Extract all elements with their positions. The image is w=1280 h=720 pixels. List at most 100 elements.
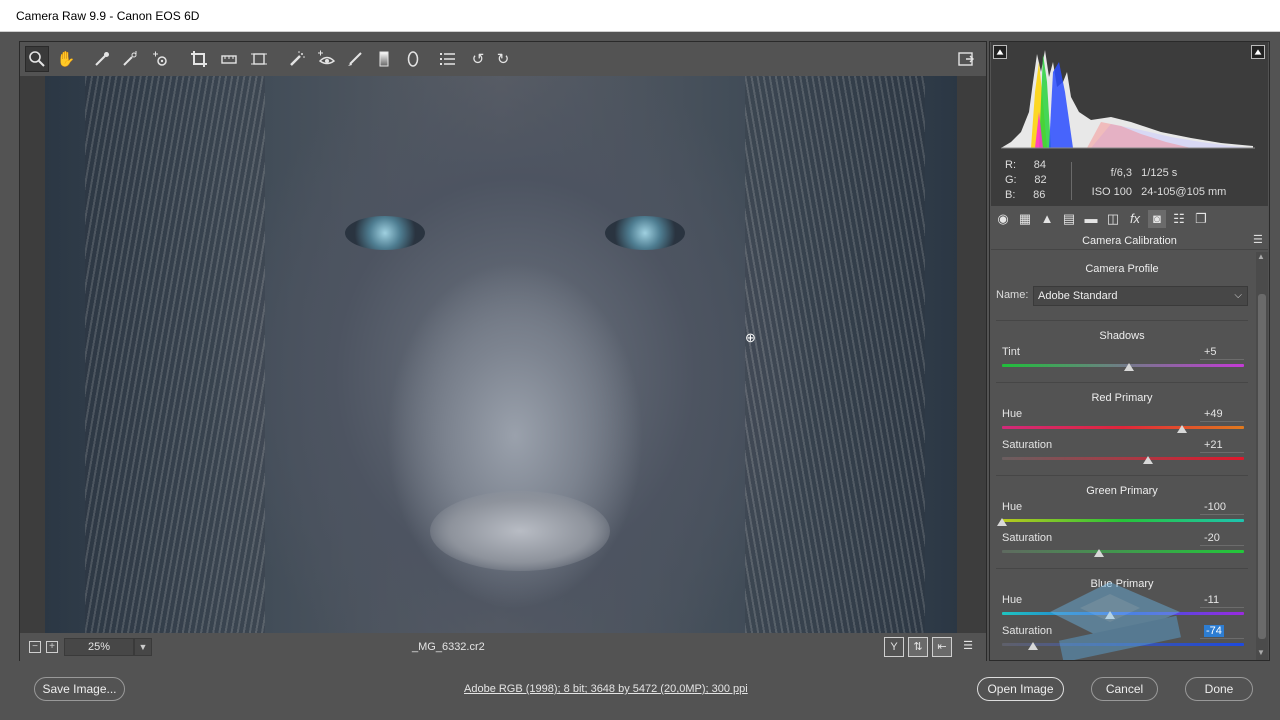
left-eye-region [345,216,425,250]
transform-tool-icon[interactable] [247,46,271,72]
title-bar: Camera Raw 9.9 - Canon EOS 6D [0,0,1280,32]
targeted-adjustment-tool-icon[interactable] [148,46,172,72]
blue-primary-heading: Blue Primary [1090,578,1154,590]
swap-before-after-icon[interactable]: ⇅ [908,637,928,657]
divider [996,475,1248,476]
blue-hue-slider-track[interactable] [1002,612,1244,615]
red-eye-tool-icon[interactable] [314,46,338,72]
toolbar: ✋ ↺ ↻ [20,42,986,76]
tab-detail-icon[interactable]: ▲ [1038,210,1056,228]
tab-camera-calibration-icon[interactable]: ◙ [1148,210,1166,228]
shadows-heading: Shadows [1099,330,1145,342]
green-saturation-value[interactable]: -20 [1200,532,1244,546]
tab-split-toning-icon[interactable]: ▬ [1082,210,1100,228]
green-saturation-label: Saturation [1002,532,1053,544]
zoom-dropdown-chevron-icon[interactable]: ▼ [134,638,152,656]
red-saturation-label: Saturation [1002,439,1053,451]
green-hue-label: Hue [1002,501,1023,513]
white-balance-tool-icon[interactable] [90,46,114,72]
zoom-cursor-icon: ⊕ [745,330,756,345]
workflow-options-link[interactable]: Adobe RGB (1998); 8 bit; 3648 by 5472 (2… [464,683,748,695]
tab-presets-icon[interactable]: ☷ [1170,210,1188,228]
straighten-tool-icon[interactable] [217,46,241,72]
scroll-down-icon[interactable]: ▼ [1257,648,1265,657]
camera-profile-heading: Camera Profile [1085,263,1159,275]
blue-saturation-slider-thumb[interactable] [1028,642,1039,650]
green-primary-heading: Green Primary [1086,485,1158,497]
green-hue-slider-thumb[interactable] [997,518,1007,526]
tab-tone-curve-icon[interactable]: ▦ [1016,210,1034,228]
save-image-button[interactable]: Save Image... [34,677,125,701]
panel-menu-icon[interactable]: ☰ [1253,234,1265,246]
window-title: Camera Raw 9.9 - Canon EOS 6D [16,9,200,23]
toggle-settings-icon[interactable]: ☰ [958,637,978,657]
copy-settings-icon[interactable]: ⇤ [932,637,952,657]
lens-value: 24-105@105 mm [1141,186,1227,198]
spot-removal-tool-icon[interactable] [285,46,309,72]
zoom-tool-icon[interactable] [25,46,49,72]
color-sampler-tool-icon[interactable] [118,46,142,72]
zoom-level-field[interactable]: 25% [64,638,134,656]
blue-hue-slider-thumb[interactable] [1104,611,1115,619]
green-hue-value[interactable]: -100 [1200,501,1244,515]
r-value: 84 [1033,159,1046,171]
green-hue-slider-track[interactable] [1002,519,1244,522]
crop-tool-icon[interactable] [187,46,211,72]
panel-scrollbar[interactable]: ▲ ▼ [1256,252,1268,660]
shadows-tint-label: Tint [1002,346,1020,358]
readout-divider [1071,162,1072,200]
green-saturation-slider-thumb[interactable] [1093,549,1104,557]
hair-left-region [85,76,265,633]
image-preview[interactable] [45,76,957,633]
preview-statusbar: − + 25% ▼ _MG_6332.cr2 Y ⇅ ⇤ ☰ [20,633,986,661]
preferences-tool-icon[interactable] [436,46,460,72]
shadows-tint-slider-track[interactable] [1002,364,1244,367]
graduated-filter-tool-icon[interactable] [372,46,396,72]
divider [996,568,1248,569]
before-after-toggle-icon[interactable]: Y [884,637,904,657]
shadows-tint-value[interactable]: +5 [1200,346,1244,360]
rotate-ccw-icon[interactable]: ↺ [466,46,490,72]
red-primary-heading: Red Primary [1091,392,1153,404]
r-label: R: [1005,159,1016,171]
divider [996,382,1248,383]
green-saturation-slider-track[interactable] [1002,550,1244,553]
b-value: 86 [1033,189,1046,201]
hair-right-region [745,76,925,633]
rgb-exif-readout: R: 84 G: 82 B: 86 f/6,3 1/125 s ISO 100 24-… [991,154,1268,206]
hand-tool-icon[interactable]: ✋ [54,46,78,72]
zoom-out-button[interactable]: − [29,641,41,653]
scroll-up-icon[interactable]: ▲ [1257,252,1265,261]
red-saturation-value[interactable]: +21 [1200,439,1244,453]
profile-name-select[interactable]: Adobe Standard ⌵ [1033,286,1248,306]
cancel-button[interactable]: Cancel [1091,677,1158,701]
tab-snapshots-icon[interactable]: ❐ [1192,210,1210,228]
red-hue-value[interactable]: +49 [1200,408,1244,422]
red-saturation-slider-thumb[interactable] [1143,456,1154,464]
histogram-graph [1001,50,1255,149]
filename-label: _MG_6332.cr2 [412,641,485,653]
tab-effects-icon[interactable]: fx [1126,210,1144,228]
shadows-tint-slider-thumb[interactable] [1124,363,1135,371]
red-hue-slider-thumb[interactable] [1177,425,1188,433]
blue-hue-value[interactable]: -11 [1200,594,1244,608]
rotate-cw-icon[interactable]: ↻ [491,46,515,72]
chevron-down-icon: ⌵ [1234,290,1242,301]
tab-basic-icon[interactable]: ◉ [994,210,1012,228]
toggle-fullscreen-icon[interactable] [954,46,978,72]
red-saturation-slider-track[interactable] [1002,457,1244,460]
red-hue-slider-track[interactable] [1002,426,1244,429]
aperture-value: f/6,3 [1110,167,1132,179]
done-button[interactable]: Done [1185,677,1253,701]
blue-saturation-value[interactable]: -74 [1200,625,1244,639]
scrollbar-thumb[interactable] [1258,294,1266,639]
radial-filter-tool-icon[interactable] [401,46,425,72]
tab-lens-corrections-icon[interactable]: ◫ [1104,210,1122,228]
tab-hsl-icon[interactable]: ▤ [1060,210,1078,228]
open-image-button[interactable]: Open Image [977,677,1064,701]
b-label: B: [1005,189,1016,201]
adjustment-brush-tool-icon[interactable] [343,46,367,72]
panel-tabs: ◉ ▦ ▲ ▤ ▬ ◫ fx ◙ ☷ ❐ [991,206,1268,232]
zoom-in-button[interactable]: + [46,641,58,653]
profile-name-value: Adobe Standard [1038,290,1118,302]
